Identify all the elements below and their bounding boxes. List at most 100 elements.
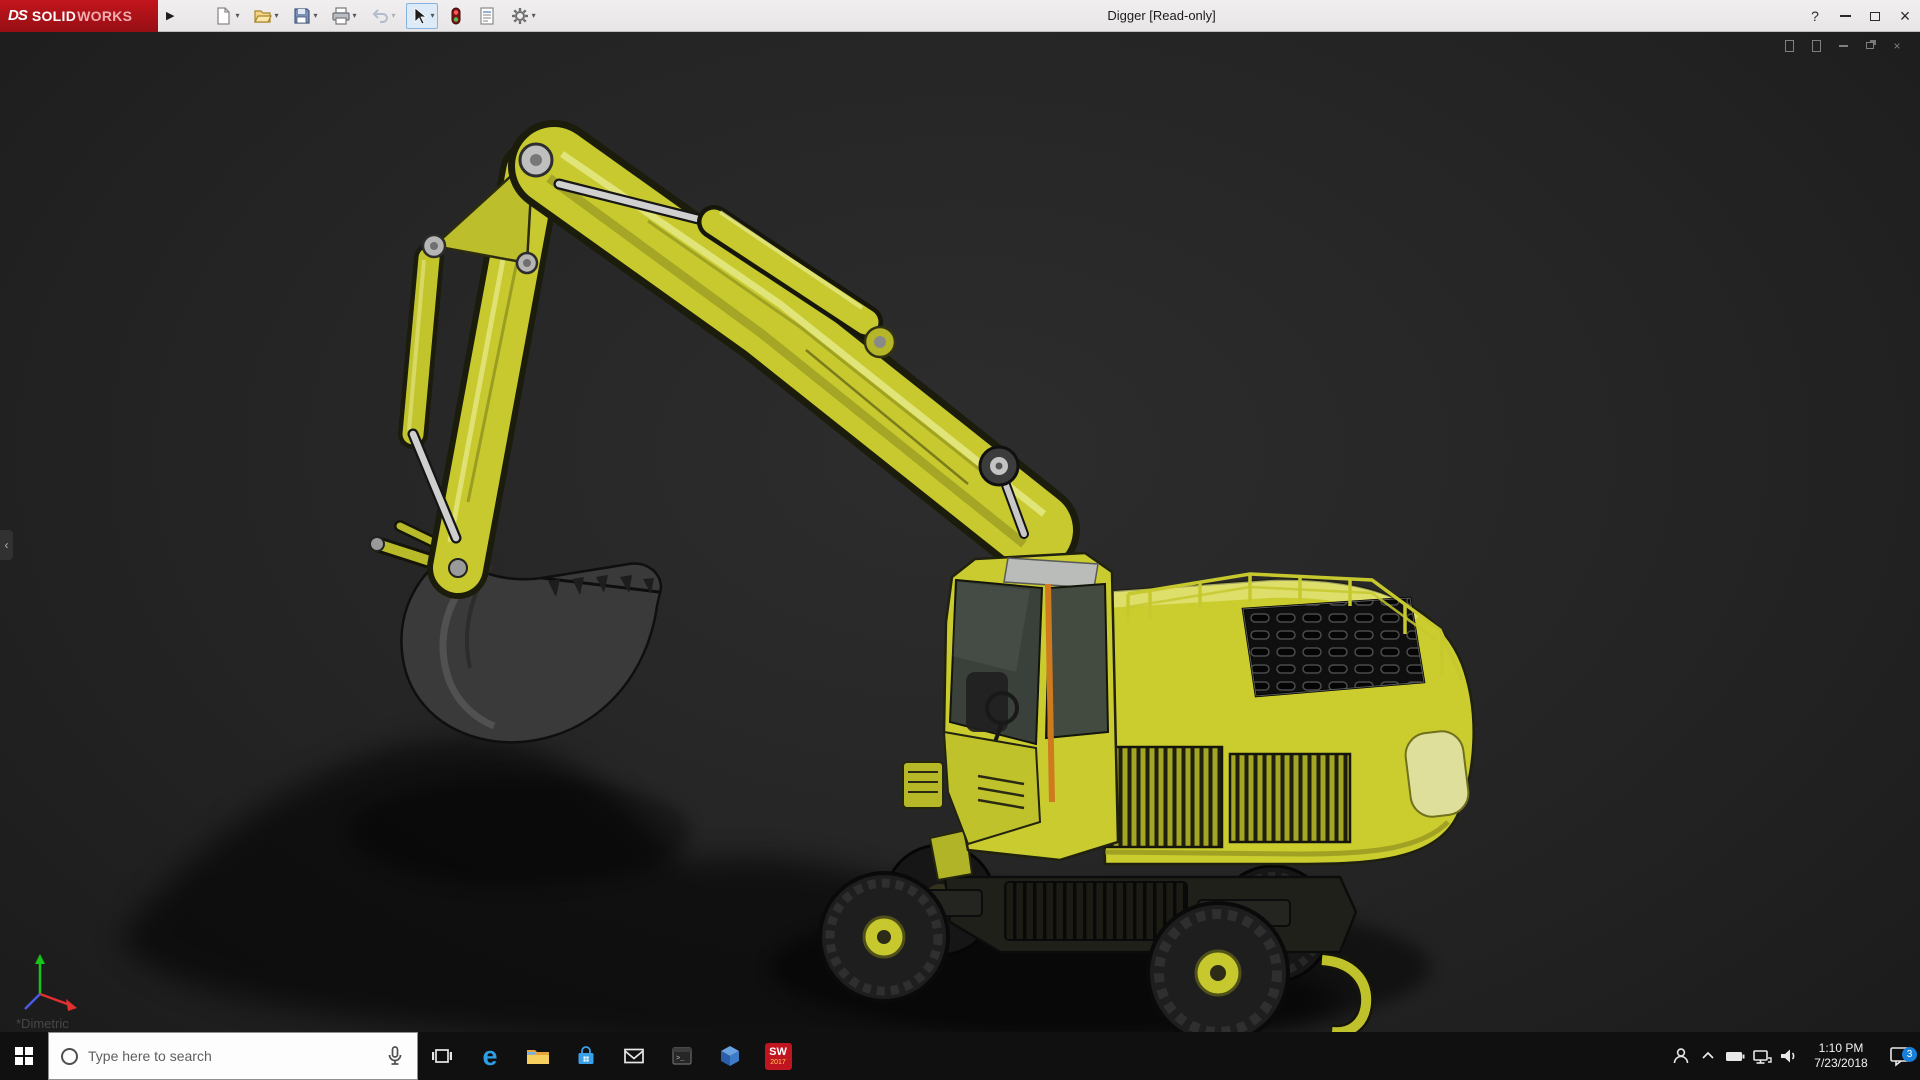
taskbar-clock[interactable]: 1:10 PM 7/23/2018 [1802, 1041, 1880, 1071]
taskbar-search[interactable] [48, 1032, 418, 1080]
chevron-up-icon [1699, 1047, 1717, 1065]
feature-panel-collapse-tab[interactable]: ‹ [0, 530, 13, 560]
new-document-icon [213, 6, 233, 26]
side-window [1046, 584, 1108, 738]
orientation-triad: *Dimetric [16, 954, 77, 1031]
roof-panel [1004, 558, 1098, 588]
file-explorer-icon [525, 1044, 551, 1068]
taskbar-solidworks-2017[interactable]: SW2017 [754, 1032, 802, 1080]
search-input[interactable] [88, 1048, 375, 1064]
save-icon [292, 6, 312, 26]
dropdown-caret-icon[interactable]: ▾ [532, 11, 536, 20]
dassault-logo-icon: DS [8, 7, 27, 24]
select-cursor-icon [409, 6, 429, 26]
options-button[interactable]: ▾ [507, 3, 539, 29]
battery-button[interactable] [1721, 1045, 1748, 1067]
taskbar-file-explorer[interactable] [514, 1032, 562, 1080]
task-view-button[interactable] [418, 1032, 466, 1080]
cad-cube-icon [718, 1044, 742, 1068]
action-center-button[interactable]: 3 [1880, 1044, 1920, 1068]
people-button[interactable] [1667, 1045, 1694, 1067]
brand-works: WORKS [77, 8, 132, 24]
dropdown-caret-icon[interactable]: ▾ [314, 11, 318, 20]
rebuild-button[interactable] [445, 3, 467, 29]
undo-button[interactable]: ▾ [367, 3, 399, 29]
clock-date: 7/23/2018 [1802, 1056, 1880, 1071]
options-gear-icon [510, 6, 530, 26]
solidworks-logo: DS SOLID WORKS [0, 0, 158, 32]
rebuild-stoplight-icon [448, 6, 464, 26]
taskbar-mail[interactable] [610, 1032, 658, 1080]
network-button[interactable] [1748, 1045, 1775, 1067]
main-boom [549, 154, 1044, 544]
brand-solid: SOLID [32, 8, 76, 24]
doc-minimize-button[interactable] [1834, 38, 1852, 53]
window-icon [1785, 40, 1794, 52]
taskbar-console[interactable]: >_ [658, 1032, 706, 1080]
menu-flyout-arrow-icon[interactable]: ▶ [158, 9, 182, 22]
maximize-button[interactable] [1860, 0, 1890, 32]
network-icon [1751, 1045, 1773, 1067]
rear-window [1403, 729, 1471, 819]
task-view-icon [430, 1044, 454, 1068]
taskbar-store[interactable] [562, 1032, 610, 1080]
close-button[interactable]: × [1890, 0, 1920, 32]
start-button[interactable] [0, 1032, 48, 1080]
speaker-icon [1778, 1045, 1800, 1067]
doc-close-button[interactable]: × [1888, 38, 1906, 53]
minimize-icon [1839, 45, 1848, 47]
title-bar: DS SOLID WORKS ▶ ▾ ▾ [0, 0, 1920, 32]
taskbar-edrawings[interactable] [706, 1032, 754, 1080]
document-window-controls: × [1780, 38, 1906, 53]
front-deck-box [903, 762, 943, 808]
side-grille-right [1230, 754, 1350, 842]
help-button[interactable]: ? [1800, 0, 1830, 32]
dropdown-caret-icon[interactable]: ▾ [431, 11, 435, 20]
new-window-button[interactable] [1780, 38, 1798, 53]
graphics-viewport[interactable]: *Dimetric × ‹ [0, 32, 1920, 1032]
minimize-button[interactable] [1830, 0, 1860, 32]
file-properties-button[interactable] [474, 3, 500, 29]
maximize-icon [1870, 12, 1880, 21]
dropdown-caret-icon[interactable]: ▾ [235, 11, 239, 20]
doc-restore-button[interactable] [1861, 38, 1879, 53]
system-tray: 1:10 PM 7/23/2018 3 [1667, 1032, 1920, 1080]
document-title: Digger [Read-only] [1107, 0, 1215, 32]
edge-icon: e [482, 1041, 497, 1072]
new-document-button[interactable]: ▾ [210, 3, 242, 29]
dropdown-caret-icon[interactable]: ▾ [353, 11, 357, 20]
wheel-front-left [820, 873, 948, 1001]
print-button[interactable]: ▾ [328, 3, 360, 29]
store-icon [574, 1044, 598, 1068]
microphone-icon[interactable] [385, 1045, 405, 1067]
dropdown-caret-icon[interactable]: ▾ [274, 11, 278, 20]
windows-logo-icon [15, 1047, 33, 1065]
3d-model-canvas[interactable]: *Dimetric [0, 32, 1920, 1032]
open-icon [252, 6, 272, 26]
solidworks-2017-icon: SW2017 [765, 1043, 792, 1070]
operator-cab [944, 553, 1118, 860]
console-window-icon: >_ [670, 1044, 694, 1068]
windows-taskbar: e >_ [0, 1032, 1920, 1080]
select-button[interactable]: ▾ [406, 3, 438, 29]
save-button[interactable]: ▾ [289, 3, 321, 29]
minimize-icon [1840, 15, 1851, 17]
cortana-icon [61, 1048, 78, 1065]
people-icon [1670, 1045, 1692, 1067]
boom-arm-assembly [370, 144, 1044, 742]
restore-icon [1866, 42, 1874, 49]
taskbar-edge[interactable]: e [466, 1032, 514, 1080]
cascade-button[interactable] [1807, 38, 1825, 53]
orange-pillar [1048, 584, 1052, 802]
notification-badge: 3 [1902, 1047, 1917, 1062]
svg-text:>_: >_ [676, 1055, 685, 1063]
battery-icon [1724, 1045, 1746, 1067]
show-hidden-icons-button[interactable] [1694, 1047, 1721, 1065]
undo-icon [370, 6, 390, 26]
open-button[interactable]: ▾ [249, 3, 281, 29]
volume-button[interactable] [1775, 1045, 1802, 1067]
dropdown-caret-icon[interactable]: ▾ [392, 11, 396, 20]
wheel-front-right [1148, 903, 1288, 1032]
mail-icon [622, 1044, 646, 1068]
view-orientation-label: *Dimetric [16, 1016, 69, 1031]
